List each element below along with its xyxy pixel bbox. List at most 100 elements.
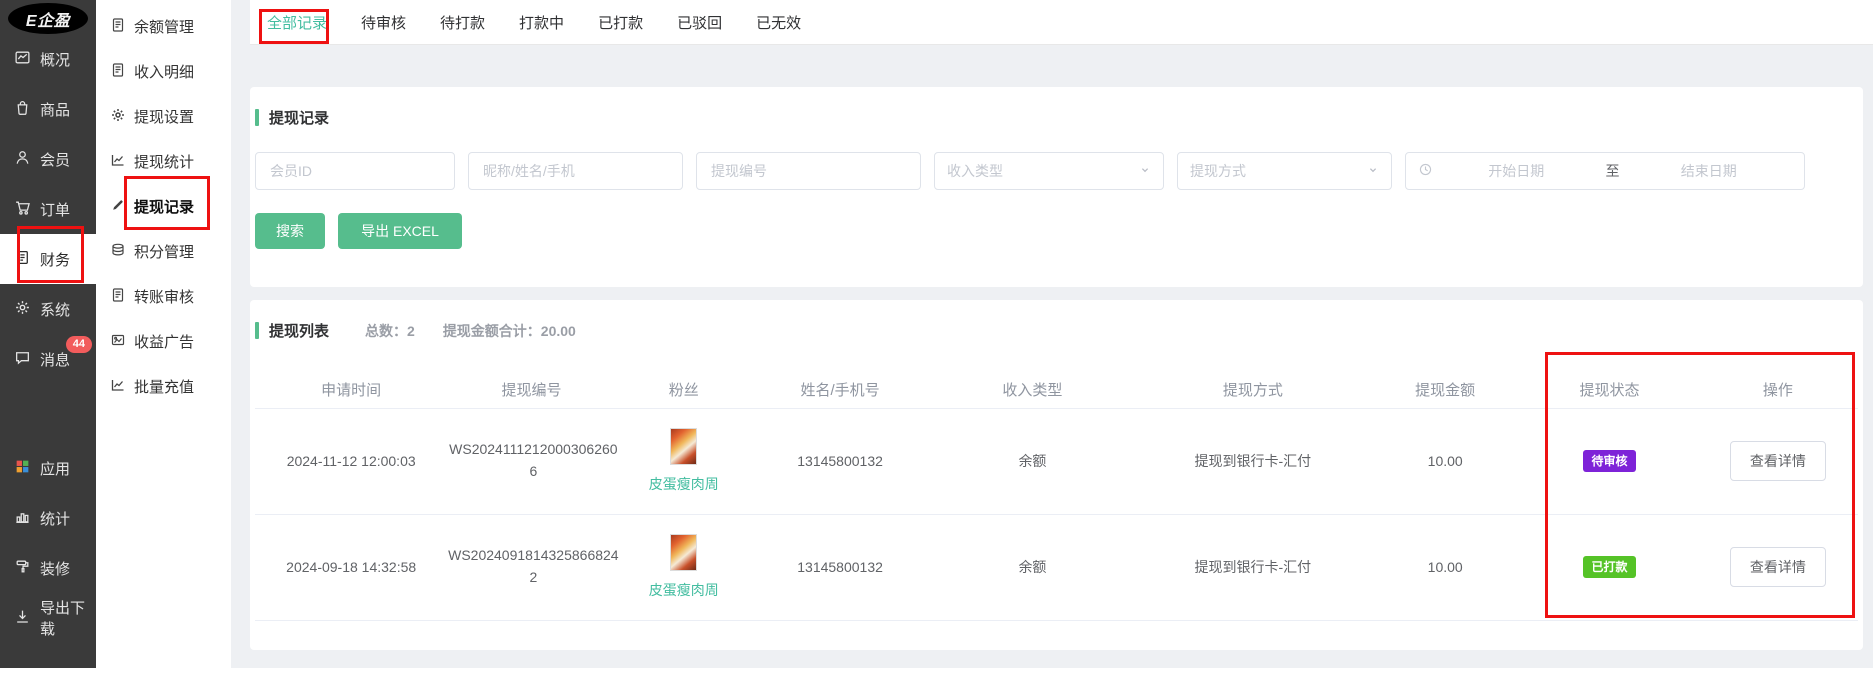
cell-method: 提现到银行卡-汇付 <box>1137 514 1369 620</box>
primary-sidebar: E企盈 概况 商品 会员 订单 财务 <box>0 0 96 668</box>
sidebar-item-member[interactable]: 会员 <box>0 134 96 184</box>
col-apply-time: 申请时间 <box>255 371 447 408</box>
cell-income-type: 余额 <box>928 408 1136 514</box>
tab-pending-review[interactable]: 待审核 <box>361 12 406 33</box>
section-accent-bar <box>255 109 259 126</box>
chevron-down-icon <box>1139 163 1151 179</box>
fan-name-link[interactable]: 皮蛋瘦肉周 <box>649 474 719 494</box>
cell-amount: 10.00 <box>1369 514 1521 620</box>
finance-icon <box>14 249 31 270</box>
cell-status: 已打款 <box>1521 514 1697 620</box>
cell-withdraw-no: WS20241112120003062606 <box>447 408 615 514</box>
cell-action: 查看详情 <box>1698 514 1858 620</box>
submenu-item-balance[interactable]: 余额管理 <box>96 4 231 49</box>
tab-paying[interactable]: 打款中 <box>519 12 564 33</box>
date-range-picker[interactable]: 开始日期 至 结束日期 <box>1405 152 1805 190</box>
image-icon <box>110 332 126 352</box>
submenu-item-transfer-review[interactable]: 转账审核 <box>96 274 231 319</box>
sidebar-item-stats[interactable]: 统计 <box>0 493 96 543</box>
bar-chart-icon <box>14 508 31 529</box>
cell-phone: 13145800132 <box>752 514 928 620</box>
cell-phone: 13145800132 <box>752 408 928 514</box>
app-root: E企盈 概况 商品 会员 订单 财务 <box>0 0 1873 681</box>
sidebar-item-label: 导出下载 <box>40 597 96 639</box>
sidebar-item-label: 应用 <box>40 458 70 479</box>
sidebar-item-label: 商品 <box>40 99 70 120</box>
cell-action: 查看详情 <box>1698 408 1858 514</box>
select-placeholder: 收入类型 <box>947 161 1003 181</box>
start-date-field[interactable]: 开始日期 <box>1433 161 1600 181</box>
view-details-button[interactable]: 查看详情 <box>1730 441 1826 481</box>
submenu-item-points[interactable]: 积分管理 <box>96 229 231 274</box>
tab-all-records[interactable]: 全部记录 <box>267 12 327 33</box>
submenu-item-label: 转账审核 <box>134 286 194 307</box>
withdraw-table: 申请时间 提现编号 粉丝 姓名/手机号 收入类型 提现方式 提现金额 提现状态 … <box>255 371 1858 621</box>
select-placeholder: 提现方式 <box>1190 161 1246 181</box>
sidebar-item-label: 系统 <box>40 299 70 320</box>
submenu-item-ad-revenue[interactable]: 收益广告 <box>96 319 231 364</box>
apps-icon <box>14 458 31 479</box>
message-count-badge: 44 <box>66 336 92 353</box>
document-icon <box>110 62 126 82</box>
submenu-item-label: 积分管理 <box>134 241 194 262</box>
cell-status: 待审核 <box>1521 408 1697 514</box>
tab-rejected[interactable]: 已驳回 <box>677 12 722 33</box>
submenu-item-label: 提现统计 <box>134 151 194 172</box>
member-id-input[interactable] <box>255 152 455 190</box>
paint-roller-icon <box>14 558 31 579</box>
cell-amount: 10.00 <box>1369 408 1521 514</box>
coins-icon <box>110 242 126 262</box>
submenu-item-label: 提现设置 <box>134 106 194 127</box>
sidebar-item-apps[interactable]: 应用 <box>0 443 96 493</box>
submenu-item-withdraw-settings[interactable]: 提现设置 <box>96 94 231 139</box>
amount-sum: 提现金额合计：20.00 <box>443 321 576 341</box>
fan-name-link[interactable]: 皮蛋瘦肉周 <box>649 580 719 600</box>
filter-actions: 搜索 导出 EXCEL <box>255 213 1858 249</box>
download-icon <box>14 608 31 629</box>
submenu-item-withdraw-stats[interactable]: 提现统计 <box>96 139 231 184</box>
view-details-button[interactable]: 查看详情 <box>1730 547 1826 587</box>
filter-row: 收入类型 提现方式 开始日期 至 结束日期 <box>255 152 1858 190</box>
income-type-select[interactable]: 收入类型 <box>934 152 1164 190</box>
cell-withdraw-no: WS20240918143258668242 <box>447 514 615 620</box>
chat-icon <box>14 349 31 370</box>
tab-paid[interactable]: 已打款 <box>598 12 643 33</box>
app-logo[interactable]: E企盈 <box>8 3 88 34</box>
tab-invalid[interactable]: 已无效 <box>756 12 801 33</box>
tab-pending-payment[interactable]: 待打款 <box>440 12 485 33</box>
list-section-header: 提现列表 总数：2 提现金额合计：20.00 <box>255 300 1858 341</box>
sidebar-item-finance[interactable]: 财务 <box>0 234 96 284</box>
cell-fan: 皮蛋瘦肉周 <box>616 408 752 514</box>
withdraw-method-select[interactable]: 提现方式 <box>1177 152 1392 190</box>
end-date-field[interactable]: 结束日期 <box>1626 161 1793 181</box>
submenu-item-label: 收入明细 <box>134 61 194 82</box>
app-logo-text: E企盈 <box>26 7 70 31</box>
fan-avatar <box>670 534 697 571</box>
sidebar-item-export-download[interactable]: 导出下载 <box>0 593 96 643</box>
member-icon <box>14 149 31 170</box>
pen-icon <box>110 197 126 217</box>
search-button[interactable]: 搜索 <box>255 213 325 249</box>
sidebar-item-decorate[interactable]: 装修 <box>0 543 96 593</box>
cell-method: 提现到银行卡-汇付 <box>1137 408 1369 514</box>
sidebar-item-overview[interactable]: 概况 <box>0 34 96 84</box>
cart-icon <box>14 199 31 220</box>
col-amount: 提现金额 <box>1369 371 1521 408</box>
sidebar-item-label: 消息 <box>40 349 70 370</box>
sidebar-item-label: 装修 <box>40 558 70 579</box>
submenu-item-withdraw-records[interactable]: 提现记录 <box>96 184 231 229</box>
submenu-item-bulk-recharge[interactable]: 批量充值 <box>96 364 231 409</box>
sidebar-item-label: 财务 <box>40 249 70 270</box>
withdraw-no-input[interactable] <box>696 152 921 190</box>
nickname-input[interactable] <box>468 152 683 190</box>
sidebar-item-system[interactable]: 系统 <box>0 284 96 334</box>
gear-icon <box>14 299 31 320</box>
submenu-item-income[interactable]: 收入明细 <box>96 49 231 94</box>
filter-section-header: 提现记录 <box>255 87 1858 128</box>
sidebar-item-orders[interactable]: 订单 <box>0 184 96 234</box>
sidebar-item-goods[interactable]: 商品 <box>0 84 96 134</box>
export-excel-button[interactable]: 导出 EXCEL <box>338 213 462 249</box>
col-fan: 粉丝 <box>616 371 752 408</box>
sidebar-item-message[interactable]: 消息 44 <box>0 334 96 384</box>
filter-panel: 提现记录 收入类型 提现方式 开始日期 <box>250 87 1863 287</box>
